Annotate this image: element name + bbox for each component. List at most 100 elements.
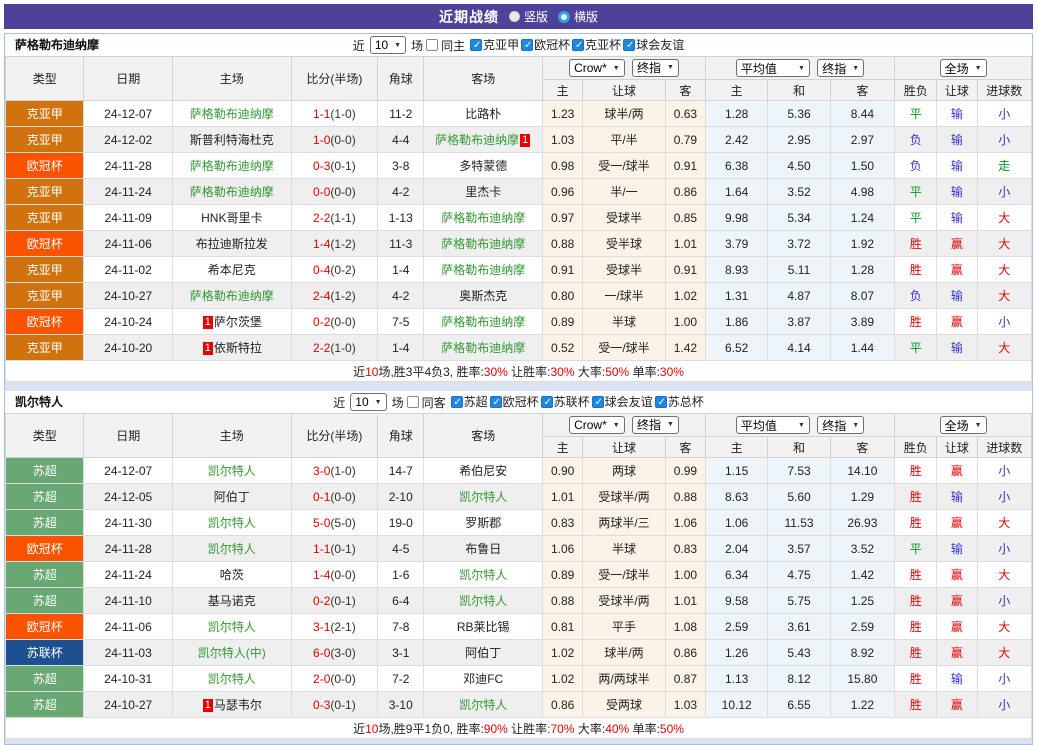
result-flag: 胜	[895, 666, 937, 692]
away-team-name[interactable]: 希伯尼安	[459, 464, 507, 478]
home-team-name[interactable]: 凯尔特人	[208, 516, 256, 530]
away-team-name[interactable]: 比路朴	[465, 107, 501, 121]
away-team-name[interactable]: 里杰卡	[465, 185, 501, 199]
goals-result-flag: 大	[977, 283, 1031, 309]
competition-badge: 克亚甲	[6, 127, 84, 153]
layout-radio-horizontal[interactable]: 横版	[558, 8, 598, 25]
checkbox-checked-icon[interactable]	[541, 396, 553, 408]
home-team-name[interactable]: 萨格勒布迪纳摩	[190, 107, 274, 121]
home-team-name[interactable]: 凯尔特人	[208, 620, 256, 634]
radio-icon[interactable]	[558, 11, 570, 23]
home-team-name[interactable]: 马瑟韦尔	[214, 698, 262, 712]
average-select[interactable]: 平均值▼	[736, 416, 810, 434]
checkbox-checked-icon[interactable]	[655, 396, 667, 408]
score: 0-2(0-0)	[291, 309, 378, 335]
away-team-name[interactable]: 萨格勒布迪纳摩	[441, 211, 525, 225]
scope-select-value: 全场	[945, 417, 969, 434]
final-odds-select[interactable]: 终指▼	[632, 416, 679, 434]
competition-filter[interactable]: 苏超	[451, 393, 488, 410]
away-team-name[interactable]: 多特蒙德	[459, 159, 507, 173]
bookmaker-select[interactable]: Crow*▼	[569, 416, 625, 434]
away-team-name[interactable]: 布鲁日	[465, 542, 501, 556]
competition-filter[interactable]: 克亚杯	[572, 36, 621, 53]
competition-filter[interactable]: 球会友谊	[592, 393, 653, 410]
competition-filter[interactable]: 苏总杯	[655, 393, 704, 410]
away-team-name[interactable]: RB莱比锡	[457, 620, 510, 634]
goals-result-flag: 小	[977, 536, 1031, 562]
handicap-result-flag: 赢	[937, 458, 977, 484]
away-team-name[interactable]: 萨格勒布迪纳摩	[441, 315, 525, 329]
avg-final-select[interactable]: 终指▼	[817, 416, 864, 434]
competition-filter[interactable]: 球会友谊	[623, 36, 684, 53]
home-team-name[interactable]: 凯尔特人	[208, 464, 256, 478]
score: 0-4(0-2)	[291, 257, 378, 283]
away-team-name[interactable]: 罗斯郡	[465, 516, 501, 530]
scope-select[interactable]: 全场▼	[940, 59, 987, 77]
home-team-name[interactable]: 萨尔茨堡	[214, 315, 262, 329]
checkbox-checked-icon[interactable]	[470, 39, 482, 51]
home-team-name[interactable]: 凯尔特人	[208, 542, 256, 556]
checkbox-checked-icon[interactable]	[623, 39, 635, 51]
handicap-result-flag: 赢	[937, 692, 977, 718]
competition-filters: 克亚甲欧冠杯克亚杯球会友谊	[468, 36, 684, 54]
final-odds-select[interactable]: 终指▼	[632, 59, 679, 77]
radio-icon[interactable]	[509, 11, 520, 22]
checkbox-checked-icon[interactable]	[521, 39, 533, 51]
summary-segment: 大率:	[575, 722, 606, 736]
checkbox-checked-icon[interactable]	[490, 396, 502, 408]
home-team-name[interactable]: 萨格勒布迪纳摩	[190, 289, 274, 303]
home-team-name[interactable]: 阿伯丁	[214, 490, 250, 504]
same-venue-checkbox[interactable]	[407, 396, 419, 408]
away-team-name[interactable]: 奥斯杰克	[459, 289, 507, 303]
home-team-name[interactable]: 萨格勒布迪纳摩	[190, 159, 274, 173]
checkbox-checked-icon[interactable]	[592, 396, 604, 408]
home-team-name[interactable]: 斯普利特海杜克	[190, 133, 274, 147]
competition-filter[interactable]: 欧冠杯	[490, 393, 539, 410]
result-flag: 胜	[895, 484, 937, 510]
away-team-name[interactable]: 凯尔特人	[459, 568, 507, 582]
competition-filter[interactable]: 欧冠杯	[521, 36, 570, 53]
home-team-name[interactable]: 哈茨	[220, 568, 244, 582]
match-count-select[interactable]: 10 ▼	[350, 393, 386, 411]
away-team-name[interactable]: 萨格勒布迪纳摩	[435, 133, 519, 147]
home-team-name[interactable]: 凯尔特人(中)	[198, 646, 266, 660]
handicap-odds-away: 1.01	[665, 588, 705, 614]
away-team-name[interactable]: 凯尔特人	[459, 594, 507, 608]
away-team-name[interactable]: 邓迪FC	[463, 672, 503, 686]
home-team-name[interactable]: 布拉迪斯拉发	[196, 237, 268, 251]
match-date: 24-11-06	[84, 614, 173, 640]
handicap-result-flag: 输	[937, 153, 977, 179]
competition-filter[interactable]: 克亚甲	[470, 36, 519, 53]
bookmaker-select[interactable]: Crow*▼	[569, 59, 625, 77]
handicap-odds-home: 0.98	[543, 153, 583, 179]
competition-filter[interactable]: 苏联杯	[541, 393, 590, 410]
halftime-score: (0-0)	[330, 568, 355, 582]
away-team-name[interactable]: 萨格勒布迪纳摩	[441, 263, 525, 277]
chevron-down-icon: ▼	[613, 422, 620, 429]
away-team-name[interactable]: 萨格勒布迪纳摩	[441, 237, 525, 251]
same-venue-checkbox[interactable]	[426, 39, 438, 51]
summary-segment: 单率:	[629, 365, 660, 379]
home-team-name[interactable]: 萨格勒布迪纳摩	[190, 185, 274, 199]
avg-final-select[interactable]: 终指▼	[817, 59, 864, 77]
home-team-name[interactable]: 基马诺克	[208, 594, 256, 608]
home-team-name[interactable]: 依斯特拉	[214, 341, 262, 355]
fulltime-score: 1-0	[313, 133, 330, 147]
layout-radio-vertical[interactable]: 竖版	[509, 8, 548, 25]
away-team-name[interactable]: 凯尔特人	[459, 698, 507, 712]
score: 0-1(0-0)	[291, 484, 378, 510]
checkbox-checked-icon[interactable]	[572, 39, 584, 51]
checkbox-checked-icon[interactable]	[451, 396, 463, 408]
average-select[interactable]: 平均值▼	[736, 59, 810, 77]
handicap-odds-away: 0.87	[665, 666, 705, 692]
home-team-name[interactable]: 希本尼克	[208, 263, 256, 277]
away-team-name[interactable]: 阿伯丁	[465, 646, 501, 660]
home-team-cell: 1萨尔茨堡	[172, 309, 291, 335]
handicap-odds-away: 1.01	[665, 231, 705, 257]
match-count-select[interactable]: 10 ▼	[370, 36, 406, 54]
away-team-name[interactable]: 凯尔特人	[459, 490, 507, 504]
away-team-name[interactable]: 萨格勒布迪纳摩	[441, 341, 525, 355]
home-team-name[interactable]: HNK哥里卡	[201, 211, 262, 225]
home-team-name[interactable]: 凯尔特人	[208, 672, 256, 686]
scope-select[interactable]: 全场▼	[940, 416, 987, 434]
